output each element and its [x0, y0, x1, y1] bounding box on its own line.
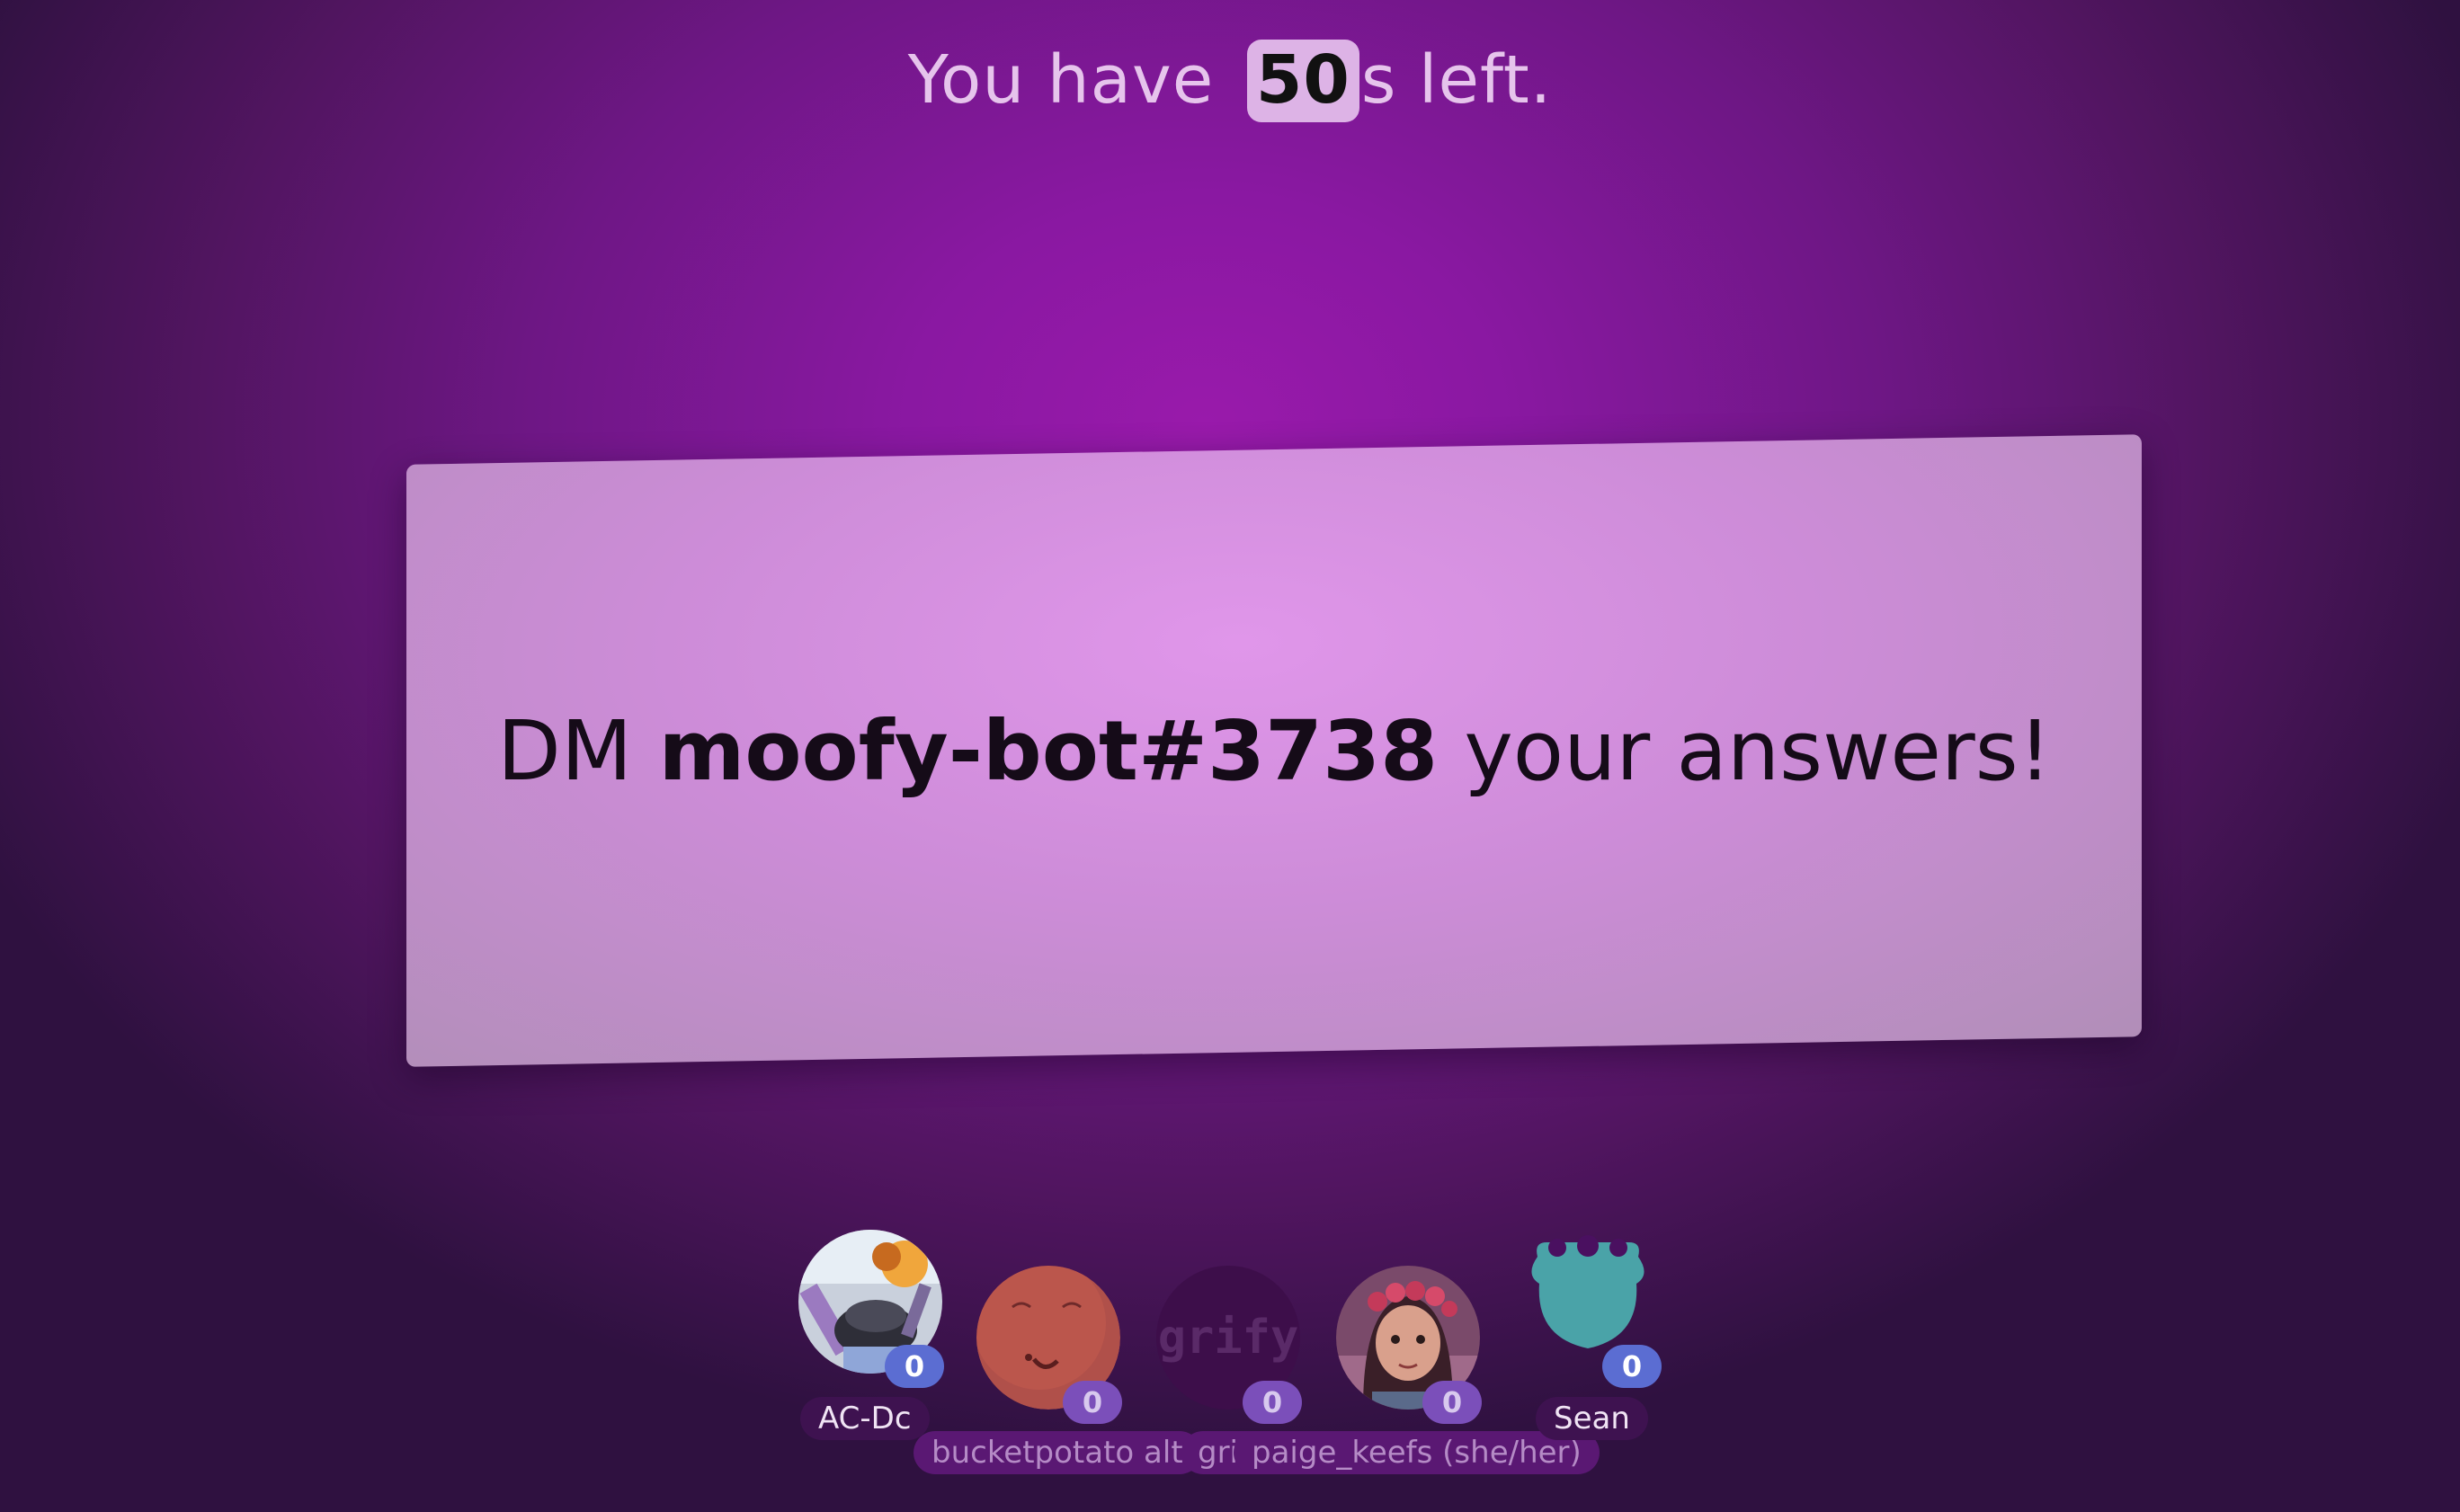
- prompt-after: your answers!: [1464, 702, 2052, 799]
- timer-seconds: 50: [1246, 40, 1359, 122]
- prompt-before: DM: [496, 702, 632, 799]
- score-badge: 0: [1602, 1345, 1662, 1388]
- score-badge: 0: [885, 1345, 944, 1388]
- score-badge: 0: [1243, 1381, 1302, 1424]
- prompt-text: DM moofy-bot#3738 your answers!: [497, 703, 2052, 799]
- timer-prefix: You have: [907, 41, 1215, 119]
- prompt-card: DM moofy-bot#3738 your answers!: [406, 434, 2142, 1067]
- player-card[interactable]: 0 AC-Dc: [789, 1230, 951, 1445]
- bot-name: moofy-bot#3738: [658, 702, 1438, 799]
- player-card[interactable]: 0 Sean: [1507, 1230, 1669, 1445]
- timer-suffix: s left.: [1360, 41, 1553, 119]
- score-badge: 0: [1063, 1381, 1122, 1424]
- player-card[interactable]: 0: [967, 1266, 1129, 1481]
- countdown-timer: You have 50 s left.: [0, 40, 2460, 122]
- player-name: AC-Dc: [800, 1397, 930, 1440]
- player-name: Sean: [1536, 1397, 1648, 1440]
- player-card[interactable]: grify 0: [1147, 1266, 1309, 1481]
- player-card[interactable]: 0: [1327, 1266, 1489, 1481]
- score-badge: 0: [1422, 1381, 1482, 1424]
